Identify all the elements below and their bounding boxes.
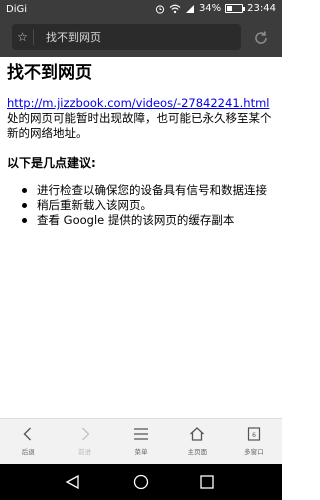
tabs-icon: 6 xyxy=(246,426,262,442)
status-icons: 34% 23:44 xyxy=(155,3,276,14)
refresh-icon[interactable] xyxy=(252,29,270,47)
tabs-button[interactable]: 6 多窗口 xyxy=(226,419,282,464)
nav-home-icon[interactable] xyxy=(132,473,150,491)
forward-label: 前进 xyxy=(78,448,92,456)
back-label: 后退 xyxy=(21,448,35,456)
error-description: http://m.jizzbook.com/videos/-27842241.h… xyxy=(7,96,277,141)
signal-icon xyxy=(185,4,195,14)
suggestion-item: 查看 Google 提供的该网页的缓存副本 xyxy=(22,213,277,228)
forward-button[interactable]: 前进 xyxy=(56,419,112,464)
home-button[interactable]: 主页面 xyxy=(169,419,225,464)
nav-recents-icon[interactable] xyxy=(198,473,216,491)
carrier-label: DiGi xyxy=(6,4,28,15)
menu-icon xyxy=(133,426,149,442)
wifi-icon xyxy=(169,4,181,14)
clock: 23:44 xyxy=(247,3,276,14)
back-button[interactable]: 后退 xyxy=(0,419,56,464)
failed-url-link[interactable]: http://m.jizzbook.com/videos/-27842241.h… xyxy=(7,96,269,110)
browser-toolbar-top: ☆ 找不到网页 xyxy=(0,20,282,57)
star-icon[interactable]: ☆ xyxy=(12,29,34,45)
alarm-icon xyxy=(155,4,165,14)
tabs-label: 多窗口 xyxy=(244,448,264,456)
nav-back-icon[interactable] xyxy=(64,473,82,491)
home-icon xyxy=(189,426,205,442)
error-message: 处的网页可能暂时出现故障，也可能已永久移至某个新的网络地址。 xyxy=(7,111,272,140)
forward-icon xyxy=(78,426,92,442)
page-title: 找不到网页 xyxy=(7,63,92,83)
battery-icon xyxy=(225,4,246,13)
svg-text:6: 6 xyxy=(252,432,256,439)
menu-button[interactable]: 菜单 xyxy=(113,419,169,464)
battery-level-fill xyxy=(227,6,233,11)
address-bar[interactable]: ☆ 找不到网页 xyxy=(12,24,241,50)
status-bar: DiGi 34% 23:44 xyxy=(0,0,282,20)
suggestions-heading: 以下是几点建议: xyxy=(7,156,96,170)
suggestion-item: 稍后重新载入该网页。 xyxy=(22,198,277,213)
system-nav-bar xyxy=(0,464,282,500)
back-icon xyxy=(21,426,35,442)
suggestion-item: 进行检查以确保您的设备具有信号和数据连接 xyxy=(22,183,277,198)
menu-label: 菜单 xyxy=(134,448,148,456)
suggestions-list: 进行检查以确保您的设备具有信号和数据连接 稍后重新载入该网页。 查看 Googl… xyxy=(7,183,277,228)
browser-bottom-toolbar: 后退 前进 菜单 主页面 6 多窗口 xyxy=(0,418,282,464)
home-label: 主页面 xyxy=(187,448,208,456)
page-content: 找不到网页 http://m.jizzbook.com/videos/-2784… xyxy=(7,62,277,228)
address-bar-text[interactable]: 找不到网页 xyxy=(46,29,101,45)
battery-percent: 34% xyxy=(198,3,222,14)
